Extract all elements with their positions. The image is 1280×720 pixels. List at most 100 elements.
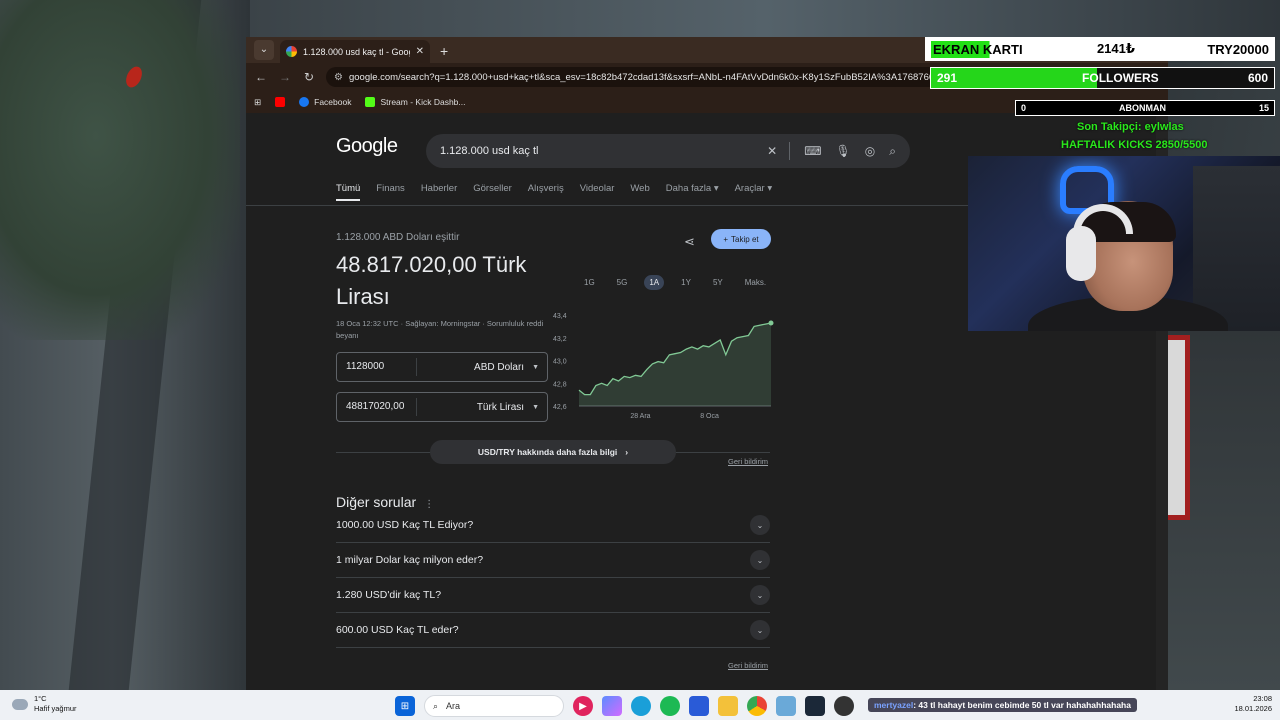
caret-down-icon[interactable]: ▼ <box>532 404 547 411</box>
expand-chevron-icon[interactable]: ⌄ <box>750 550 770 570</box>
range-tab[interactable]: 1G <box>579 275 600 290</box>
chart-range-tabs: 1G 5G 1A 1Y 5Y Maks. <box>579 275 771 290</box>
y-tick-label: 43,2 <box>553 336 567 343</box>
caret-down-icon[interactable]: ▼ <box>532 364 547 371</box>
chat-text: : 43 tl hahayt benim cebimde 50 tl var h… <box>913 700 1131 710</box>
reload-icon[interactable]: ↻ <box>302 70 316 84</box>
bookmark-youtube[interactable] <box>275 97 286 107</box>
address-url: google.com/search?q=1.128.000+usd+kaç+tl… <box>348 71 950 83</box>
windows-taskbar: 1°C Hafif yağmur ⊞ ⌕ Ara ▶ mertyazel: 43 t… <box>0 690 1280 720</box>
clear-icon[interactable]: ✕ <box>767 144 777 158</box>
question-row[interactable]: 1.280 USD'dir kaç TL? ⌄ <box>336 578 770 613</box>
range-tab[interactable]: 1A <box>644 275 665 290</box>
range-tab[interactable]: 1Y <box>676 275 696 290</box>
converter-meta[interactable]: 18 Oca 12:32 UTC · Sağlayan: Morningstar… <box>336 318 551 342</box>
media-player-icon[interactable]: ▶ <box>573 696 593 716</box>
search-tab[interactable]: Görseller <box>473 183 512 201</box>
sub-target: 15 <box>1258 103 1269 113</box>
apps-grid-icon[interactable]: ⊞ <box>254 97 261 108</box>
new-tab-button[interactable]: + <box>440 43 448 59</box>
followers-current: 291 <box>937 71 958 85</box>
obs-icon[interactable] <box>834 696 854 716</box>
search-icon[interactable]: ⌕ <box>889 144 896 159</box>
google-logo[interactable]: Google <box>336 135 398 158</box>
edge-icon[interactable] <box>631 696 651 716</box>
from-amount-input[interactable]: 1128000 <box>337 358 417 376</box>
goal-amount: 2141₺ <box>1096 41 1135 56</box>
search-tab[interactable]: Alışveriş <box>528 183 564 201</box>
store-icon[interactable] <box>689 696 709 716</box>
question-row[interactable]: 600.00 USD Kaç TL eder? ⌄ <box>336 613 770 648</box>
search-tab[interactable]: Finans <box>376 183 405 201</box>
search-tabs: Tümü Finans Haberler Görseller Alışveriş Vide… <box>336 183 772 201</box>
to-currency-select[interactable]: Türk Lirası <box>417 402 532 413</box>
background-arm <box>0 0 240 340</box>
lens-camera-icon[interactable]: ◎ <box>865 144 875 158</box>
search-tab[interactable]: Daha fazla ▾ <box>666 183 719 201</box>
from-currency-field[interactable]: 1128000 ABD Doları ▼ <box>336 352 548 382</box>
search-tab[interactable]: Tümü <box>336 183 361 201</box>
follow-button[interactable]: + Takip et <box>711 229 771 249</box>
question-text: 1 milyar Dolar kaç milyon eder? <box>336 554 484 566</box>
settings-gear-icon[interactable] <box>776 696 796 716</box>
search-tab[interactable]: Haberler <box>421 183 457 201</box>
chat-message: mertyazel: 43 tl hahayt benim cebimde 50… <box>868 698 1137 712</box>
plus-icon: + <box>723 234 729 244</box>
question-row[interactable]: 1000.00 USD Kaç TL Ediyor? ⌄ <box>336 508 770 543</box>
chevron-right-icon: › <box>625 447 629 457</box>
system-tray: mertyazel: 43 tl hahayt benim cebimde 50… <box>868 695 1238 715</box>
tab-search-button[interactable]: ⌄ <box>254 40 274 60</box>
spotify-icon[interactable] <box>660 696 680 716</box>
weather-widget[interactable]: 1°C Hafif yağmur <box>12 694 77 714</box>
goal-target: TRY20000 <box>1207 41 1269 57</box>
question-text: 600.00 USD Kaç TL eder? <box>336 624 459 636</box>
bookmark-facebook[interactable]: Facebook <box>299 97 351 107</box>
browser-tab-active[interactable]: 1.128.000 usd kaç tl - Google'da A ✕ <box>280 40 430 63</box>
usd-try-chart[interactable]: 43,4 43,2 43,0 42,8 42,6 28 Ara 8 Oca <box>549 303 779 423</box>
microphone-icon[interactable]: 🎙 <box>836 144 851 158</box>
feedback-link[interactable]: Geri bildirim <box>728 457 768 466</box>
back-arrow-icon[interactable]: ← <box>254 70 268 84</box>
windows-start-icon[interactable]: ⊞ <box>395 696 415 716</box>
forward-arrow-icon[interactable]: → <box>278 70 292 84</box>
feedback-link-2[interactable]: Geri bildirim <box>728 661 768 670</box>
x-tick-label: 8 Oca <box>700 413 719 420</box>
file-explorer-icon[interactable] <box>718 696 738 716</box>
more-info-button[interactable]: USD/TRY hakkında daha fazla bilgi › <box>430 440 676 464</box>
weekly-kicks-text: HAFTALIK KICKS 2850/5500 <box>1061 139 1208 151</box>
x-tick-label: 28 Ara <box>630 413 650 420</box>
expand-chevron-icon[interactable]: ⌄ <box>750 620 770 640</box>
question-row[interactable]: 1 milyar Dolar kaç milyon eder? ⌄ <box>336 543 770 578</box>
search-tab[interactable]: Videolar <box>580 183 615 201</box>
tab-close-icon[interactable]: ✕ <box>416 46 424 57</box>
y-tick-label: 43,0 <box>553 359 567 366</box>
share-icon[interactable]: ⋖ <box>684 234 695 250</box>
search-box[interactable]: 1.128.000 usd kaç tl ✕ ⌨ 🎙 ◎ ⌕ <box>426 134 910 168</box>
range-tab[interactable]: Maks. <box>740 275 771 290</box>
taskbar-search[interactable]: ⌕ Ara <box>424 695 564 717</box>
steam-icon[interactable] <box>805 696 825 716</box>
range-tab[interactable]: 5Y <box>708 275 728 290</box>
keyboard-icon[interactable]: ⌨ <box>804 144 821 158</box>
to-currency-field[interactable]: 48817020,00 Türk Lirası ▼ <box>336 392 548 422</box>
kick-icon <box>365 97 376 107</box>
search-icon: ⌕ <box>433 700 439 711</box>
search-tab[interactable]: Araçlar ▾ <box>735 183 773 201</box>
question-text: 1.280 USD'dir kaç TL? <box>336 589 442 601</box>
from-currency-select[interactable]: ABD Doları <box>417 362 532 373</box>
bookmark-kick[interactable]: Stream - Kick Dashb... <box>365 97 466 107</box>
sub-label: ABONMAN <box>1119 103 1166 113</box>
copilot-icon[interactable] <box>602 696 622 716</box>
chrome-icon[interactable] <box>747 696 767 716</box>
headphone-earcup <box>1066 226 1096 281</box>
expand-chevron-icon[interactable]: ⌄ <box>750 515 770 535</box>
bookmark-label: Facebook <box>314 97 352 107</box>
taskbar-clock[interactable]: 23:08 18.01.2026 <box>1228 694 1272 714</box>
range-tab[interactable]: 5G <box>612 275 633 290</box>
site-info-icon[interactable]: ⚙ <box>334 72 343 83</box>
follow-label: Takip et <box>731 234 759 244</box>
question-text: 1000.00 USD Kaç TL Ediyor? <box>336 519 474 531</box>
to-amount-input[interactable]: 48817020,00 <box>337 398 417 416</box>
expand-chevron-icon[interactable]: ⌄ <box>750 585 770 605</box>
search-tab[interactable]: Web <box>630 183 649 201</box>
